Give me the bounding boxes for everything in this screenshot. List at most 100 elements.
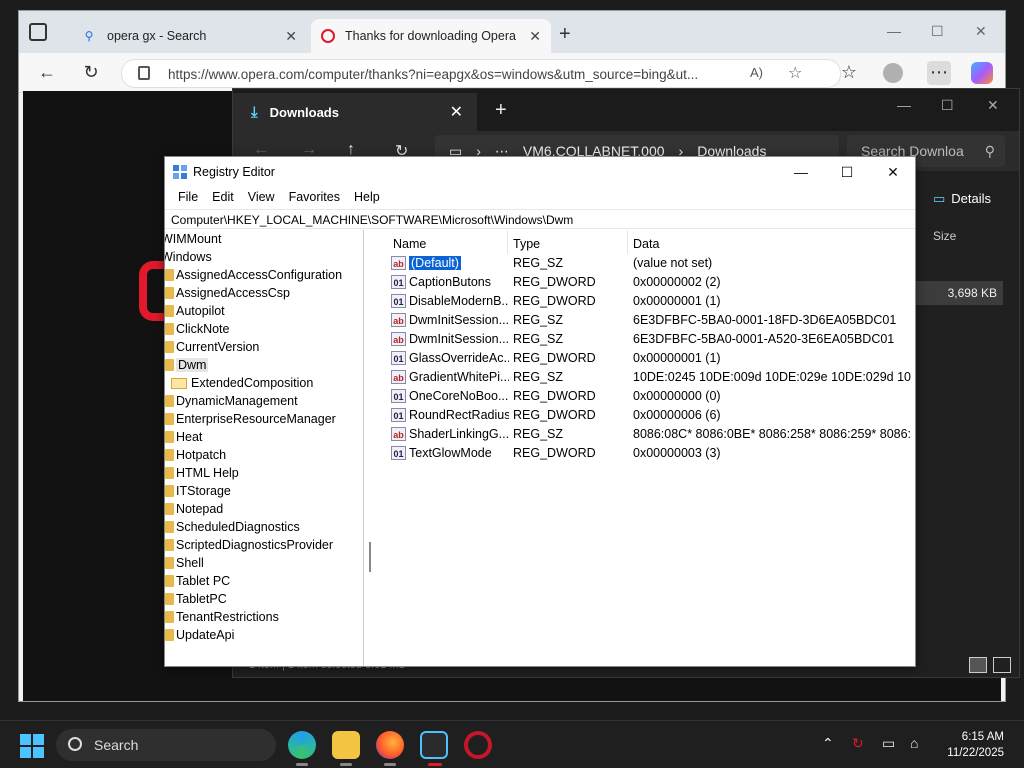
value-row-selected[interactable]: ab (Default) REG_SZ (value not set) xyxy=(389,254,913,273)
folder-icon xyxy=(165,323,174,335)
value-row[interactable]: ab GradientWhitePi... REG_SZ 10DE:0245 1… xyxy=(389,368,913,387)
tree-vertical-scrollbar[interactable] xyxy=(369,542,371,572)
tab-downloads[interactable]: ⤓ Downloads ✕ xyxy=(233,93,477,131)
value-row[interactable]: 01 GlassOverrideAc... REG_DWORD 0x000000… xyxy=(389,349,913,368)
minimize-icon[interactable]: — xyxy=(897,97,911,113)
clock[interactable]: 6:15 AM 11/22/2025 xyxy=(932,729,1004,761)
sync-icon[interactable]: ↻ xyxy=(852,735,864,752)
tree-item[interactable]: DynamicManagement xyxy=(165,392,298,410)
taskbar-search-box[interactable]: Search xyxy=(56,729,276,761)
edge-taskbar-icon[interactable] xyxy=(288,731,316,759)
network-icon[interactable]: ⌂ xyxy=(910,735,918,751)
details-view-icon[interactable] xyxy=(969,657,987,673)
value-name: TextGlowMode xyxy=(409,446,492,460)
tree-item-selected[interactable]: Dwm xyxy=(165,356,209,374)
maximize-icon[interactable]: ☐ xyxy=(825,161,869,183)
menu-edit[interactable]: Edit xyxy=(205,187,241,209)
close-window-icon[interactable]: ✕ xyxy=(975,23,987,40)
tab-bing-search[interactable]: ⚲ opera gx - Search ✕ xyxy=(71,19,307,53)
search-label: Search xyxy=(94,737,139,753)
column-divider[interactable] xyxy=(627,230,628,254)
column-header-type[interactable]: Type xyxy=(513,237,540,251)
menu-help[interactable]: Help xyxy=(347,187,387,209)
tree-item[interactable]: Hotpatch xyxy=(165,446,226,464)
value-row[interactable]: 01 RoundRectRadius REG_DWORD 0x00000006 … xyxy=(389,406,913,425)
firefox-taskbar-icon[interactable] xyxy=(376,731,404,759)
tree-item[interactable]: TenantRestrictions xyxy=(165,608,279,626)
close-window-icon[interactable]: ✕ xyxy=(987,97,999,114)
menu-favorites[interactable]: Favorites xyxy=(282,187,347,209)
refresh-icon[interactable]: ↻ xyxy=(79,61,103,85)
tree-item[interactable]: Heat xyxy=(165,428,202,446)
back-icon[interactable]: ← xyxy=(35,61,59,85)
tree-item-label: WIMMount xyxy=(165,232,222,246)
value-row[interactable]: ab DwmInitSession... REG_SZ 6E3DFBFC-5BA… xyxy=(389,330,913,349)
value-type: REG_DWORD xyxy=(513,408,596,422)
opera-gx-installer-taskbar-icon[interactable] xyxy=(464,731,492,759)
close-window-icon[interactable]: ✕ xyxy=(871,161,915,183)
opera-icon xyxy=(321,29,335,43)
close-tab-icon[interactable]: ✕ xyxy=(529,28,541,45)
tree-item[interactable]: Tablet PC xyxy=(165,572,230,590)
value-row[interactable]: 01 TextGlowMode REG_DWORD 0x00000003 (3) xyxy=(389,444,913,463)
tree-item[interactable]: UpdateApi xyxy=(165,626,234,644)
value-list: Name Type Data ab (Default) REG_SZ (valu… xyxy=(385,230,915,666)
tab-actions-icon[interactable] xyxy=(29,23,47,41)
address-path-bar[interactable]: Computer\HKEY_LOCAL_MACHINE\SOFTWARE\Mic… xyxy=(165,209,915,229)
address-bar[interactable]: https://www.opera.com/computer/thanks?ni… xyxy=(121,59,841,88)
tree-item[interactable]: AssignedAccessCsp xyxy=(165,284,290,302)
new-tab-button[interactable]: + xyxy=(495,99,507,122)
tab-opera-thanks[interactable]: Thanks for downloading Opera ✕ xyxy=(311,19,551,53)
menu-file[interactable]: File xyxy=(171,187,205,209)
new-tab-button[interactable]: + xyxy=(559,24,571,44)
profile-avatar[interactable] xyxy=(883,63,903,83)
value-data: 6E3DFBFC-5BA0-0001-18FD-3D6EA05BDC01 xyxy=(633,313,897,327)
tree-item[interactable]: Windows xyxy=(165,248,212,266)
maximize-icon[interactable]: ☐ xyxy=(931,23,944,40)
regedit-taskbar-icon[interactable] xyxy=(420,731,448,759)
tree-item[interactable]: AssignedAccessConfiguration xyxy=(165,266,342,284)
size-column-header[interactable]: Size xyxy=(933,229,956,243)
display-icon[interactable]: ▭ xyxy=(882,735,895,752)
column-header-data[interactable]: Data xyxy=(633,237,659,251)
tree-item[interactable]: TabletPC xyxy=(165,590,227,608)
copilot-icon[interactable] xyxy=(971,62,993,84)
value-row[interactable]: 01 DisableModernB... REG_DWORD 0x0000000… xyxy=(389,292,913,311)
tree-item[interactable]: Notepad xyxy=(165,500,223,518)
tree-item[interactable]: CurrentVersion xyxy=(165,338,259,356)
menu-view[interactable]: View xyxy=(241,187,282,209)
tree-item[interactable]: HTML Help xyxy=(165,464,239,482)
tree-item[interactable]: ExtendedComposition xyxy=(171,374,313,392)
maximize-icon[interactable]: ☐ xyxy=(941,97,954,114)
column-header-name[interactable]: Name xyxy=(393,237,426,251)
close-tab-icon[interactable]: ✕ xyxy=(450,102,463,122)
minimize-icon[interactable]: — xyxy=(779,161,823,183)
show-hidden-icons-chevron-icon[interactable]: ⌃ xyxy=(822,735,834,752)
details-pane-button[interactable]: ▭ Details xyxy=(933,191,991,207)
tree-item[interactable]: Shell xyxy=(165,554,204,572)
tree-item[interactable]: WIMMount xyxy=(165,230,221,248)
value-row[interactable]: ab DwmInitSession... REG_SZ 6E3DFBFC-5BA… xyxy=(389,311,913,330)
favorite-star-icon[interactable]: ☆ xyxy=(788,63,802,83)
more-menu-icon[interactable]: ⋯ xyxy=(927,61,951,85)
tree-item[interactable]: ITStorage xyxy=(165,482,231,500)
tree-item[interactable]: ScheduledDiagnostics xyxy=(165,518,300,536)
search-icon: ⚲ xyxy=(984,143,995,159)
tree-item[interactable]: EnterpriseResourceManager xyxy=(165,410,336,428)
minimize-icon[interactable]: — xyxy=(887,23,901,39)
start-button[interactable] xyxy=(20,734,44,758)
value-data: (value not set) xyxy=(633,256,713,270)
close-tab-icon[interactable]: ✕ xyxy=(285,28,297,45)
tree-item[interactable]: Autopilot xyxy=(165,302,225,320)
tiles-view-icon[interactable] xyxy=(993,657,1011,673)
favorites-icon[interactable]: ☆ xyxy=(837,61,861,85)
tree-item[interactable]: ClickNote xyxy=(165,320,230,338)
value-row[interactable]: 01 OneCoreNoBoo... REG_DWORD 0x00000000 … xyxy=(389,387,913,406)
read-aloud-icon[interactable]: A) xyxy=(750,65,763,80)
value-row[interactable]: 01 CaptionButons REG_DWORD 0x00000002 (2… xyxy=(389,273,913,292)
file-explorer-taskbar-icon[interactable] xyxy=(332,731,360,759)
column-divider[interactable] xyxy=(507,230,508,254)
value-name: GradientWhitePi... xyxy=(409,370,509,384)
tree-item[interactable]: ScriptedDiagnosticsProvider xyxy=(165,536,333,554)
value-row[interactable]: ab ShaderLinkingG... REG_SZ 8086:08C* 80… xyxy=(389,425,913,444)
